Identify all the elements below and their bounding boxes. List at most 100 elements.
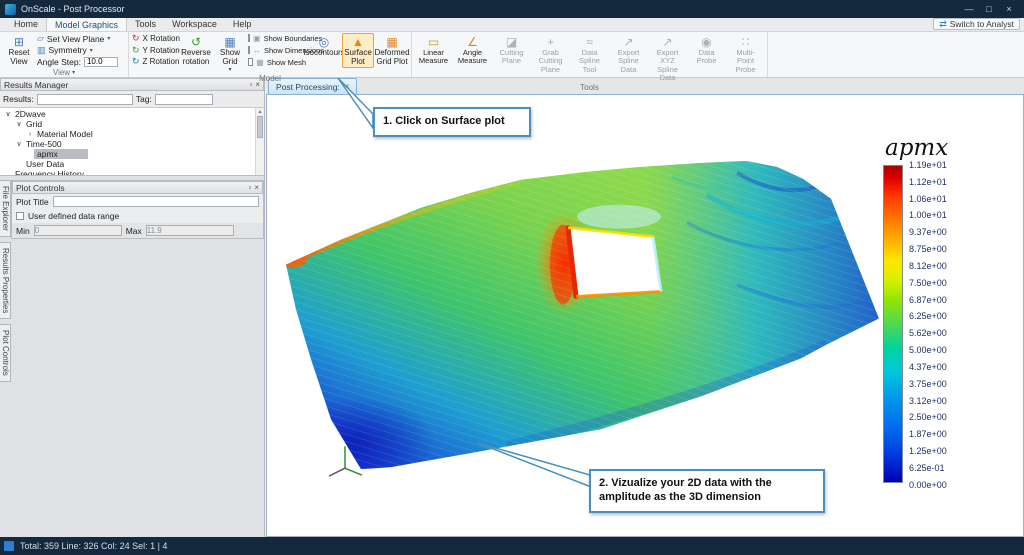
minimize-icon[interactable]: — <box>959 1 979 17</box>
menu-tab-model-graphics[interactable]: Model Graphics <box>46 17 128 31</box>
y-rotation-label: Y Rotation <box>142 45 180 55</box>
plot-controls-panel: Plot Controls ▫ × Plot Title User define… <box>11 180 264 239</box>
scroll-up-icon[interactable]: ▴ <box>258 109 261 115</box>
tag-filter-input[interactable] <box>154 93 213 105</box>
legend-tick-label: 6.87e+00 <box>909 294 947 305</box>
multi-point-probe-button[interactable]: ∷ Multi-Point Probe <box>727 33 764 75</box>
symmetry-button[interactable]: ▥ Symmetry ▾ <box>37 45 125 56</box>
min-input[interactable] <box>33 225 122 236</box>
y-rotation-button[interactable]: ↻ Y Rotation <box>132 44 180 56</box>
export-spline-data-button[interactable]: ↗ Export Spline Data <box>610 33 647 75</box>
reverse-rotation-button[interactable]: ↺ Reverse rotation <box>180 33 212 68</box>
export-xyz-spline-data-button[interactable]: ↗ Export XYZ Spline Data <box>649 33 686 83</box>
linear-measure-button[interactable]: ▭ Linear Measure <box>415 33 452 67</box>
ribbon: ⊞ Reset View ▱ Set View Plane ▾ ▥ Symmet… <box>0 32 1024 92</box>
export-spline-data-icon: ↗ <box>623 35 634 49</box>
title-bar: OnScale - Post Processor — □ × <box>0 0 1024 18</box>
isocontours-button[interactable]: ◎ Isocontours <box>303 33 344 67</box>
angle-measure-label: Angle Measure <box>457 48 488 66</box>
tree-caret-closed-icon[interactable]: › <box>26 131 34 138</box>
plot-title-input[interactable] <box>52 196 259 207</box>
isocontours-label: Isocontours <box>303 48 345 57</box>
tree-item-material-model[interactable]: › Material Model <box>0 129 264 139</box>
max-input[interactable] <box>145 225 234 236</box>
set-view-plane-button[interactable]: ▱ Set View Plane ▾ <box>37 33 125 44</box>
surface-plot-button[interactable]: ▲ Surface Plot <box>342 33 374 68</box>
tree-item-time-500[interactable]: ∨ Time-500 <box>0 139 264 149</box>
tree-item-grid[interactable]: ∨ Grid <box>0 119 264 129</box>
reverse-rotation-label: Reverse rotation <box>181 48 211 66</box>
legend-tick-label: 1.25e+00 <box>909 446 947 457</box>
side-tab-results-properties[interactable]: Results Properties <box>0 241 11 320</box>
surface-plot-label: Surface Plot <box>344 48 372 66</box>
tree-item-frequency-history[interactable]: Frequency History <box>0 169 264 175</box>
z-rotation-button[interactable]: ↻ Z Rotation <box>132 56 180 67</box>
data-spline-tool-button[interactable]: ≈ Data Spline Tool <box>571 33 608 75</box>
legend-tick-label: 8.12e+00 <box>909 260 947 271</box>
callout-surface-plot: 1. Click on Surface plot <box>373 107 531 137</box>
user-defined-range-row: User defined data range <box>12 209 263 223</box>
y-rotation-icon: ↻ <box>132 44 140 55</box>
side-tab-plot-controls[interactable]: Plot Controls <box>0 324 11 383</box>
scrollbar-thumb[interactable] <box>257 116 263 138</box>
reset-view-button[interactable]: ⊞ Reset View <box>3 33 35 68</box>
maximize-icon[interactable]: □ <box>979 1 999 17</box>
plot-canvas[interactable]: apmx 1.19e+01 1.12e+01 1.06e+01 1.00e+01 9.3… <box>266 95 1024 537</box>
caret-down-icon: ▾ <box>107 36 111 42</box>
menu-tab-tools[interactable]: Tools <box>127 17 164 31</box>
tree-item-user-data[interactable]: User Data <box>0 159 264 169</box>
show-dimensions-toggle[interactable]: ↔ Show Dimensions <box>248 45 324 55</box>
show-grid-button[interactable]: ▦ Show Grid ▾ <box>214 33 246 74</box>
plot-title-row: Plot Title <box>12 194 263 209</box>
legend-tick-label: 3.12e+00 <box>909 395 947 406</box>
switch-to-analyst-button[interactable]: ⇄ Switch to Analyst <box>933 18 1020 30</box>
show-boundaries-checkbox[interactable] <box>248 34 250 42</box>
tree-caret-open-icon[interactable]: ∨ <box>15 120 23 128</box>
tree-item-label: User Data <box>26 159 65 169</box>
surface-hole <box>568 227 661 297</box>
show-mesh-toggle[interactable]: ▦ Show Mesh <box>248 57 306 67</box>
left-dock-area: Results Manager ▫ × Results: Tag: ∨ 2Dwav… <box>0 78 265 537</box>
plot-title-label: Plot Title <box>16 196 49 207</box>
tree-caret-open-icon[interactable]: ∨ <box>15 140 23 148</box>
legend-tick-label: 5.00e+00 <box>909 345 947 356</box>
legend-tick-label: 3.75e+00 <box>909 378 947 389</box>
set-view-plane-label: Set View Plane <box>46 33 105 44</box>
deformed-grid-plot-button[interactable]: ▦ Deformed Grid Plot <box>374 33 409 68</box>
results-filter-input[interactable] <box>36 93 133 105</box>
cutting-plane-label: Cutting Plane <box>499 48 524 66</box>
tree-item-label: 2Dwave <box>15 109 46 119</box>
results-manager-title: Results Manager <box>4 79 69 90</box>
x-rotation-button[interactable]: ↻ X Rotation <box>132 33 180 44</box>
results-tree-scrollbar[interactable]: ▴ <box>255 108 264 175</box>
window-controls: — □ × <box>959 1 1019 17</box>
ribbon-group-model: ↻ X Rotation ↻ Y Rotation ↻ Z Rotation ↺… <box>129 32 412 83</box>
show-dimensions-checkbox[interactable] <box>248 46 250 54</box>
symmetry-icon: ▥ <box>37 44 46 55</box>
tree-caret-open-icon[interactable]: ∨ <box>4 110 12 118</box>
z-rotation-label: Z Rotation <box>142 57 180 66</box>
show-mesh-checkbox[interactable] <box>248 58 254 66</box>
cutting-plane-button[interactable]: ◪ Cutting Plane <box>493 33 530 67</box>
float-panel-icon[interactable]: ▫ <box>248 183 251 192</box>
angle-measure-button[interactable]: ∠ Angle Measure <box>454 33 491 67</box>
tree-item-2dwave[interactable]: ∨ 2Dwave <box>0 109 264 119</box>
tree-item-apmx[interactable]: apmx <box>0 149 264 159</box>
grab-cutting-plane-button[interactable]: + Grab Cutting Plane <box>532 33 569 75</box>
menu-tab-home[interactable]: Home <box>6 17 46 31</box>
tab-close-icon[interactable]: × <box>345 82 350 91</box>
show-boundaries-toggle[interactable]: ▣ Show Boundaries <box>248 33 322 43</box>
menu-tab-help[interactable]: Help <box>225 17 260 31</box>
close-panel-icon[interactable]: × <box>254 183 259 192</box>
user-defined-range-checkbox[interactable] <box>16 212 24 220</box>
angle-step-input[interactable] <box>83 56 118 67</box>
legend-tick-label: 1.87e+00 <box>909 429 947 440</box>
legend-tick-label: 7.50e+00 <box>909 277 947 288</box>
side-tab-file-explorer[interactable]: File Explorer <box>0 180 11 237</box>
tag-label: Tag: <box>135 94 152 104</box>
menu-tab-workspace[interactable]: Workspace <box>164 17 225 31</box>
show-grid-label: Show Grid <box>219 48 240 66</box>
data-probe-button[interactable]: ◉ Data Probe <box>688 33 725 67</box>
close-icon[interactable]: × <box>999 1 1019 17</box>
app-logo-icon <box>5 3 16 15</box>
